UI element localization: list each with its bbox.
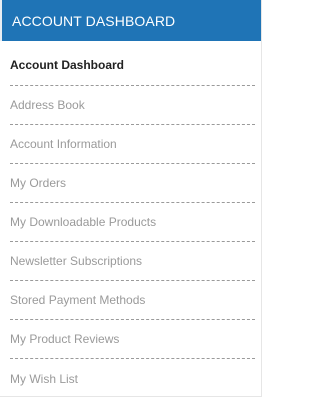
nav-item-address-book[interactable]: Address Book [10,86,255,125]
nav-item-label[interactable]: Stored Payment Methods [10,293,145,307]
nav-item-account-dashboard: Account Dashboard [10,41,255,86]
panel-header: ACCOUNT DASHBOARD [0,0,261,41]
nav-item-label[interactable]: Newsletter Subscriptions [10,254,142,268]
nav-item-my-downloadable-products[interactable]: My Downloadable Products [10,203,255,242]
nav-item-label[interactable]: My Downloadable Products [10,215,156,229]
nav-item-my-product-reviews[interactable]: My Product Reviews [10,320,255,359]
nav-item-account-information[interactable]: Account Information [10,125,255,164]
nav-item-my-orders[interactable]: My Orders [10,164,255,203]
nav-item-my-wish-list[interactable]: My Wish List [10,359,255,398]
nav-item-label[interactable]: My Wish List [10,372,78,386]
panel-title: ACCOUNT DASHBOARD [12,12,176,29]
account-nav-panel: ACCOUNT DASHBOARD Account Dashboard Addr… [0,0,262,397]
account-nav-menu: Account Dashboard Address Book Account I… [0,41,261,398]
nav-item-label[interactable]: Account Information [10,137,117,151]
nav-item-label[interactable]: Address Book [10,98,85,112]
nav-item-label[interactable]: My Orders [10,176,66,190]
nav-item-newsletter-subscriptions[interactable]: Newsletter Subscriptions [10,242,255,281]
nav-item-label: Account Dashboard [10,58,125,72]
nav-item-stored-payment-methods[interactable]: Stored Payment Methods [10,281,255,320]
nav-item-label[interactable]: My Product Reviews [10,332,119,346]
